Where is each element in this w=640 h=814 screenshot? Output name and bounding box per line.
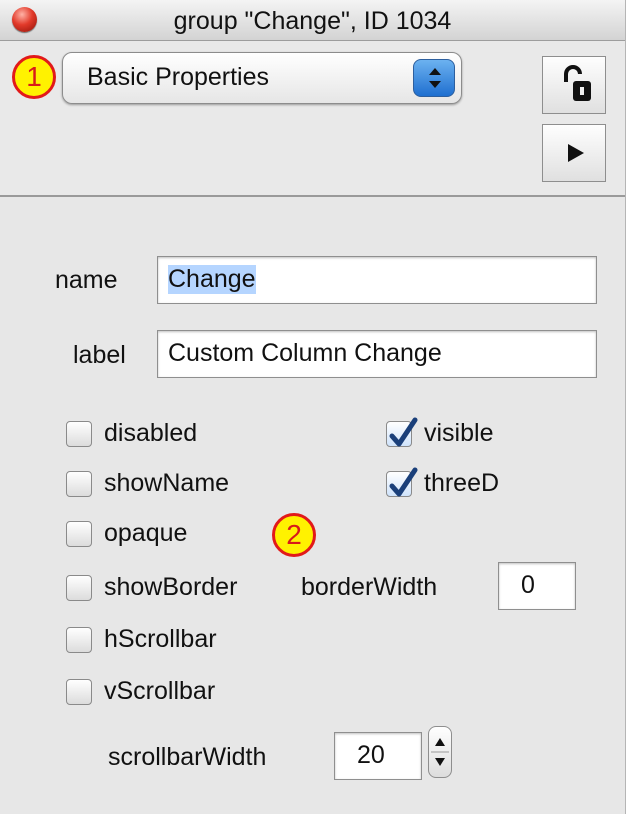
label-field[interactable]: Custom Column Change bbox=[157, 330, 597, 378]
vscrollbar-checkbox[interactable] bbox=[66, 679, 92, 705]
showname-label: showName bbox=[104, 469, 230, 497]
label-label: label bbox=[73, 341, 126, 369]
callout-marker-2: 2 bbox=[272, 513, 316, 557]
visible-checkbox[interactable] bbox=[386, 417, 418, 447]
play-button[interactable] bbox=[542, 124, 606, 182]
callout-marker-1: 1 bbox=[12, 55, 56, 99]
showname-checkbox[interactable] bbox=[66, 471, 92, 497]
hscrollbar-checkbox[interactable] bbox=[66, 627, 92, 653]
property-set-dropdown[interactable]: Basic Properties bbox=[62, 52, 462, 104]
lock-button[interactable] bbox=[542, 56, 606, 114]
dropdown-arrows-icon bbox=[413, 59, 455, 97]
name-label: name bbox=[55, 266, 118, 294]
vscrollbar-label: vScrollbar bbox=[104, 677, 216, 705]
stepper-arrows-icon bbox=[431, 738, 449, 766]
label-value: Custom Column Change bbox=[168, 339, 442, 367]
threed-label: threeD bbox=[424, 469, 500, 497]
opaque-label: opaque bbox=[104, 519, 188, 547]
opaque-checkbox[interactable] bbox=[66, 521, 92, 547]
threed-checkbox[interactable] bbox=[386, 467, 418, 497]
showborder-label: showBorder bbox=[104, 573, 238, 601]
play-triangle-icon bbox=[568, 144, 584, 162]
unlocked-padlock-icon bbox=[564, 65, 591, 101]
scrollbarwidth-stepper[interactable] bbox=[428, 726, 452, 778]
name-value: Change bbox=[168, 265, 256, 294]
disabled-label: disabled bbox=[104, 419, 198, 447]
borderwidth-label: borderWidth bbox=[301, 573, 438, 601]
property-set-value: Basic Properties bbox=[87, 63, 270, 91]
title-bar[interactable]: group "Change", ID 1034 bbox=[0, 0, 625, 41]
scrollbarwidth-label: scrollbarWidth bbox=[108, 743, 267, 771]
inspector-window: group "Change", ID 1034 Basic Properties… bbox=[0, 0, 626, 814]
scrollbarwidth-field[interactable]: 20 bbox=[334, 732, 422, 780]
borderwidth-field[interactable]: 0 bbox=[498, 562, 576, 610]
borderwidth-value: 0 bbox=[521, 571, 535, 599]
window-title: group "Change", ID 1034 bbox=[173, 7, 452, 35]
checkmark-icon bbox=[389, 417, 418, 447]
checkmark-icon bbox=[389, 467, 418, 497]
scrollbarwidth-value: 20 bbox=[357, 741, 385, 769]
hscrollbar-label: hScrollbar bbox=[104, 625, 217, 653]
name-field[interactable]: Change bbox=[157, 256, 597, 304]
disabled-checkbox[interactable] bbox=[66, 421, 92, 447]
showborder-checkbox[interactable] bbox=[66, 575, 92, 601]
visible-label: visible bbox=[424, 419, 494, 447]
